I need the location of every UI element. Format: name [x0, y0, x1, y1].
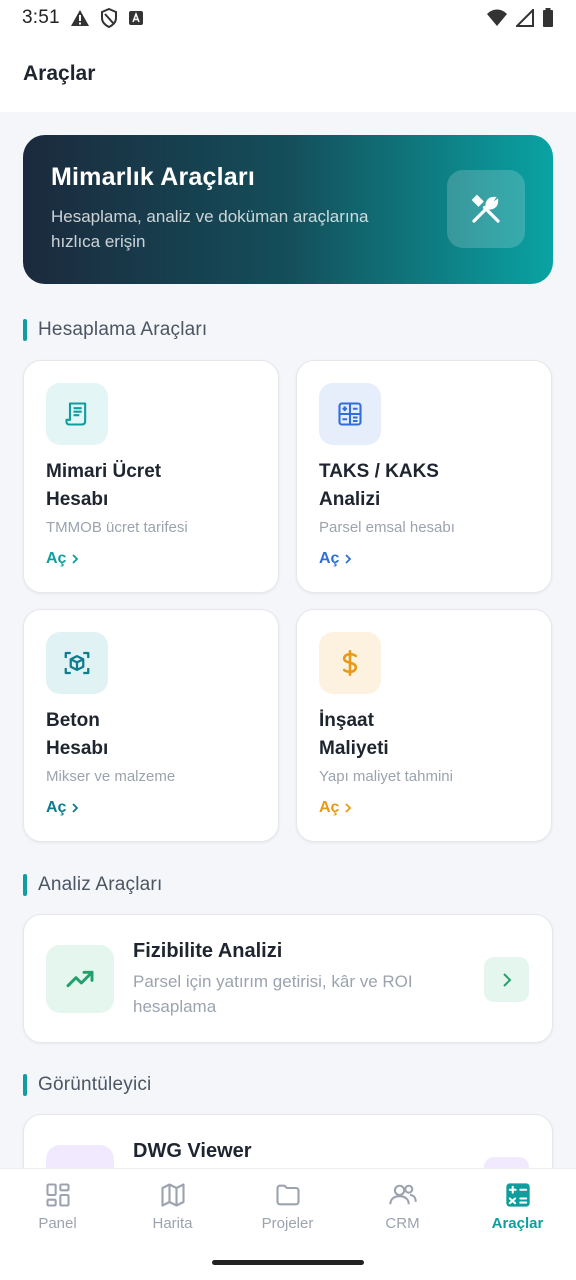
wifi-icon	[487, 9, 507, 26]
chevron-right-icon	[345, 803, 352, 813]
section-title: Analiz Araçları	[38, 874, 163, 895]
tool-card-concrete[interactable]: Beton Hesabı Mikser ve malzeme Aç	[23, 609, 279, 842]
nav-label: Projeler	[261, 1215, 314, 1232]
tool-name: Beton Hesabı	[46, 710, 109, 759]
signal-icon	[516, 9, 534, 27]
tool-name: DWG Viewer	[133, 1140, 252, 1162]
open-link[interactable]: Aç	[319, 550, 353, 568]
cube-scan-icon	[46, 632, 108, 694]
open-label: Aç	[319, 799, 340, 816]
open-link[interactable]: Aç	[46, 799, 80, 817]
chevron-right-icon	[345, 554, 352, 564]
map-icon	[160, 1183, 185, 1207]
tool-name: Mimari Ücret Hesabı	[46, 461, 162, 510]
section-accent-bar	[23, 1074, 27, 1096]
nav-item-tools[interactable]: Araçlar	[460, 1181, 575, 1232]
tool-card-taks-kaks[interactable]: TAKS / KAKS Analizi Parsel emsal hesabı …	[296, 360, 552, 593]
receipt-icon	[46, 383, 108, 445]
tool-card-construction-cost[interactable]: İnşaat Maliyeti Yapı maliyet tahmini Aç	[296, 609, 552, 842]
trending-up-icon	[46, 945, 114, 1013]
calculator-icon	[319, 383, 381, 445]
hero-banner: Mimarlık Araçları Hesaplama, analiz ve d…	[23, 135, 553, 284]
tool-desc: Parsel için yatırım getirisi, kâr ve ROI…	[133, 972, 413, 1016]
nav-item-crm[interactable]: CRM	[345, 1181, 460, 1232]
nav-label: Araçlar	[491, 1215, 544, 1232]
chevron-right-icon	[72, 803, 79, 813]
section-title: Görüntüleyici	[38, 1074, 152, 1095]
calculator-icon	[505, 1183, 530, 1207]
code-icon	[46, 1145, 114, 1168]
status-bar: 3:51	[0, 0, 576, 36]
section-accent-bar	[23, 319, 27, 341]
section-header-calculation: Hesaplama Araçları	[23, 319, 207, 341]
nav-label: CRM	[385, 1215, 420, 1232]
app-bar: Araçlar	[0, 36, 576, 112]
tool-name: İnşaat Maliyeti	[319, 710, 389, 759]
people-icon	[388, 1184, 417, 1205]
folder-icon	[275, 1184, 300, 1206]
tool-desc: Mikser ve malzeme	[46, 768, 176, 785]
section-header-analysis: Analiz Araçları	[23, 874, 162, 896]
warning-icon	[70, 10, 89, 26]
open-link[interactable]: Aç	[319, 799, 353, 817]
nav-item-panel[interactable]: Panel	[0, 1181, 115, 1232]
tool-card-architect-fee[interactable]: Mimari Ücret Hesabı TMMOB ücret tarifesi…	[23, 360, 279, 593]
nav-item-projects[interactable]: Projeler	[230, 1181, 345, 1232]
shield-icon	[100, 8, 117, 28]
open-label: Aç	[46, 550, 67, 567]
chevron-right-icon	[502, 972, 511, 987]
tools-icon	[447, 170, 525, 248]
tool-name: Fizibilite Analizi	[133, 940, 283, 962]
tool-card-dwg-viewer[interactable]: DWG Viewer	[23, 1114, 553, 1168]
tool-card-feasibility[interactable]: Fizibilite Analizi Parsel için yatırım g…	[23, 914, 553, 1043]
dashboard-icon	[45, 1183, 70, 1207]
battery-icon	[543, 8, 553, 27]
app-notification-icon	[128, 11, 143, 25]
open-link[interactable]: Aç	[46, 550, 80, 568]
tool-desc: Yapı maliyet tahmini	[319, 768, 453, 785]
dollar-icon	[319, 632, 381, 694]
page-title: Araçlar	[23, 62, 96, 85]
open-label: Aç	[319, 550, 340, 567]
home-indicator[interactable]	[212, 1260, 364, 1265]
section-title: Hesaplama Araçları	[38, 319, 208, 340]
tool-name: TAKS / KAKS Analizi	[319, 461, 439, 510]
tool-desc: TMMOB ücret tarifesi	[46, 519, 188, 536]
section-accent-bar	[23, 874, 27, 896]
tool-desc: Parsel emsal hesabı	[319, 519, 455, 536]
nav-item-map[interactable]: Harita	[115, 1181, 230, 1232]
nav-label: Panel	[38, 1215, 77, 1232]
open-label: Aç	[46, 799, 67, 816]
open-button[interactable]	[484, 957, 529, 1002]
chevron-right-icon	[72, 554, 79, 564]
content-scroll[interactable]: Mimarlık Araçları Hesaplama, analiz ve d…	[0, 112, 576, 1168]
nav-label: Harita	[152, 1215, 193, 1232]
section-header-viewer: Görüntüleyici	[23, 1074, 151, 1096]
open-button[interactable]	[484, 1157, 529, 1168]
status-time: 3:51	[22, 7, 60, 28]
hero-subtitle: Hesaplama, analiz ve doküman araçlarına …	[51, 207, 369, 251]
